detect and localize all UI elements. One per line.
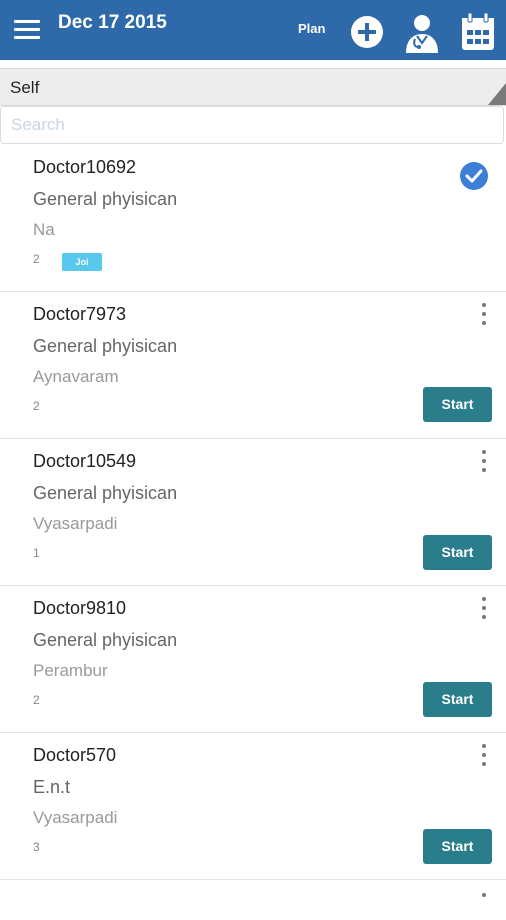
filter-selected-value: Self — [10, 78, 40, 97]
start-button[interactable]: Start — [423, 535, 492, 570]
check-circle-icon[interactable] — [459, 161, 489, 191]
search-box — [0, 106, 504, 144]
calendar-icon[interactable] — [459, 12, 497, 50]
filter-dropdown[interactable]: Self — [0, 68, 506, 106]
doctor-specialty: General phyisican — [33, 336, 178, 356]
menu-icon[interactable] — [14, 18, 40, 42]
status-badge: Joi — [62, 253, 102, 271]
header-date[interactable]: Dec 17 2015 — [58, 12, 167, 34]
visit-count: 1 — [33, 546, 40, 560]
visit-count: 2 — [33, 693, 40, 707]
doctor-specialty: E.n.t — [33, 777, 71, 797]
doctor-specialty: General phyisican — [33, 483, 178, 503]
more-options-icon[interactable] — [477, 594, 491, 624]
doctor-list-item[interactable]: Doctor9810 General phyisican Perambur 2 … — [0, 586, 506, 733]
doctor-name: Doctor10549 — [33, 451, 137, 471]
doctor-list-item[interactable]: Doctor7973 General phyisican Aynavaram 2… — [0, 292, 506, 439]
doctor-name: Doctor7973 — [33, 304, 127, 324]
doctor-specialty: General phyisican — [33, 630, 178, 650]
add-icon[interactable] — [348, 12, 386, 50]
plan-button[interactable]: Plan — [298, 21, 325, 36]
doctor-specialty: General phyisican — [33, 189, 178, 209]
more-options-icon[interactable] — [477, 300, 491, 330]
doctor-area: Perambur — [33, 661, 108, 680]
doctor-area: Vyasarpadi — [33, 808, 118, 827]
start-button[interactable]: Start — [423, 387, 492, 422]
doctor-name: Doctor9810 — [33, 598, 127, 618]
visit-count: 2 — [33, 399, 40, 413]
doctor-icon[interactable] — [403, 12, 441, 53]
doctor-list-item[interactable]: Doctor10549 General phyisican Vyasarpadi… — [0, 439, 506, 586]
doctor-list-item[interactable]: Doctor10692 General phyisican Na 2 Joi — [0, 145, 506, 292]
visit-count: 2 — [33, 252, 40, 266]
doctor-name: Doctor10692 — [33, 157, 137, 177]
start-button[interactable]: Start — [423, 829, 492, 864]
visit-count: 3 — [33, 840, 40, 854]
doctor-area: Na — [33, 220, 55, 239]
more-options-icon[interactable] — [477, 741, 491, 771]
doctor-name: Doctor570 — [33, 745, 117, 765]
doctor-area: Vyasarpadi — [33, 514, 118, 533]
more-options-icon[interactable] — [477, 890, 491, 920]
more-options-icon[interactable] — [477, 447, 491, 477]
doctor-list-item[interactable]: Doctor570 E.n.t Vyasarpadi 3 Start — [0, 733, 506, 880]
search-input[interactable] — [1, 107, 503, 143]
start-button[interactable]: Start — [423, 682, 492, 717]
doctor-list-item[interactable] — [0, 880, 506, 900]
doctor-area: Aynavaram — [33, 367, 119, 386]
dropdown-caret-icon — [488, 83, 506, 105]
app-header: Dec 17 2015 Plan — [0, 0, 506, 60]
